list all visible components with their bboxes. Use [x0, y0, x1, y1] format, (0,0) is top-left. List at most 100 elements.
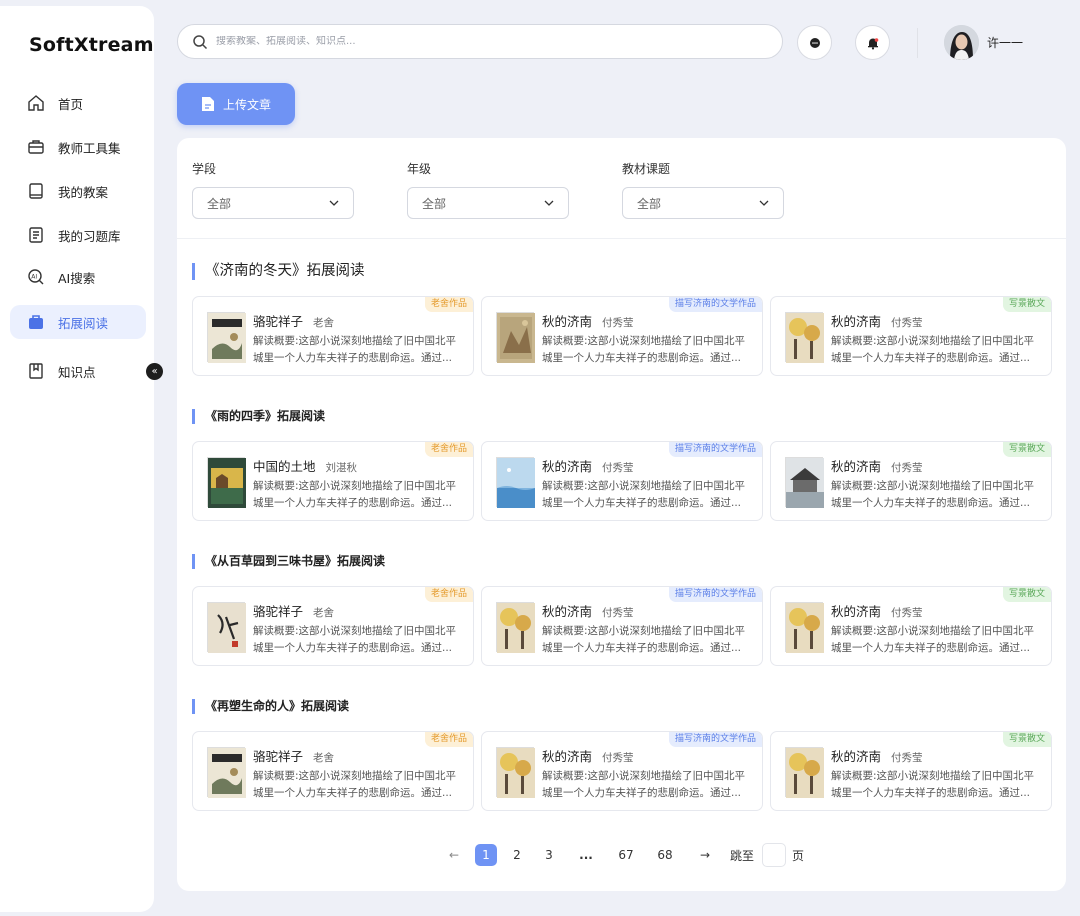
book-cover: [207, 312, 246, 363]
card-description: 解读概要:这部小说深刻地描绘了旧中国北平城里一个人力车夫祥子的悲剧命运。通过..…: [542, 770, 746, 799]
card-description: 解读概要:这部小说深刻地描绘了旧中国北平城里一个人力车夫祥子的悲剧命运。通过..…: [253, 480, 457, 509]
chevron-down-icon: [544, 200, 554, 206]
filter-label-grade: 年级: [407, 162, 432, 176]
sidebar-item-label: 我的习题库: [58, 228, 121, 244]
ai-search-icon: AI: [26, 267, 46, 287]
chat-button[interactable]: [797, 25, 832, 60]
sidebar-item-question-bank[interactable]: 我的习题库: [10, 218, 146, 252]
filter-select-topic[interactable]: 全部: [622, 187, 784, 219]
reading-card[interactable]: 骆驼祥子 老舍 解读概要:这部小说深刻地描绘了旧中国北平城里一个人力车夫祥子的悲剧…: [192, 296, 474, 376]
chevron-down-icon: [329, 200, 339, 206]
page-2-button[interactable]: 2: [506, 844, 528, 866]
reading-card[interactable]: 秋的济南 付秀莹 解读概要:这部小说深刻地描绘了旧中国北平城里一个人力车夫祥子的悲…: [770, 586, 1052, 666]
card-title: 秋的济南: [831, 314, 882, 329]
book-cover: [207, 747, 246, 798]
card-description: 解读概要:这部小说深刻地描绘了旧中国北平城里一个人力车夫祥子的悲剧命运。通过..…: [542, 625, 746, 654]
upload-article-label: 上传文章: [222, 97, 271, 112]
card-title: 秋的济南: [542, 604, 593, 619]
upload-article-button[interactable]: 上传文章: [177, 83, 295, 125]
page-1-button[interactable]: 1: [475, 844, 497, 866]
briefcase-icon: [26, 312, 46, 332]
card-description: 解读概要:这部小说深刻地描绘了旧中国北平城里一个人力车夫祥子的悲剧命运。通过..…: [253, 625, 457, 654]
reading-card[interactable]: 秋的济南 付秀莹 解读概要:这部小说深刻地描绘了旧中国北平城里一个人力车夫祥子的悲…: [770, 441, 1052, 521]
sidebar-item-ai-search[interactable]: AI AI搜索: [10, 260, 146, 294]
toolbox-icon: [26, 137, 46, 157]
section-title: 《济南的冬天》拓展阅读: [192, 263, 365, 280]
book-cover: [785, 747, 824, 798]
sidebar-item-my-lessons[interactable]: 我的教案: [10, 174, 146, 208]
filter-select-stage[interactable]: 全部: [192, 187, 354, 219]
card-title: 秋的济南: [542, 749, 593, 764]
reading-card[interactable]: 秋的济南 付秀莹 解读概要:这部小说深刻地描绘了旧中国北平城里一个人力车夫祥子的悲…: [770, 731, 1052, 811]
card-tag: 描写济南的文学作品: [668, 442, 762, 457]
reading-card[interactable]: 秋的济南 付秀莹 解读概要:这部小说深刻地描绘了旧中国北平城里一个人力车夫祥子的悲…: [770, 296, 1052, 376]
sidebar-collapse-button[interactable]: «: [146, 363, 163, 380]
card-tag: 写景散文: [1002, 297, 1051, 312]
sidebar-item-teacher-tools[interactable]: 教师工具集: [10, 130, 146, 164]
card-tag: 老舍作品: [424, 297, 473, 312]
filter-select-grade[interactable]: 全部: [407, 187, 569, 219]
sidebar-item-knowledge-points[interactable]: 知识点: [10, 354, 146, 388]
card-author: 付秀莹: [891, 752, 923, 764]
page-3-button[interactable]: 3: [538, 844, 560, 866]
card-description: 解读概要:这部小说深刻地描绘了旧中国北平城里一个人力车夫祥子的悲剧命运。通过..…: [831, 770, 1035, 799]
book-cover: [496, 457, 535, 508]
card-title: 骆驼祥子: [253, 604, 304, 619]
card-author: 老舍: [313, 752, 335, 764]
card-author: 刘湛秋: [325, 462, 358, 474]
sidebar: SoftXtream 首页 教师工具集 我的教案 我的习题库 AI AI搜索 拓…: [0, 6, 154, 912]
sidebar-item-extended-reading[interactable]: 拓展阅读: [10, 305, 146, 339]
card-author: 付秀莹: [891, 607, 923, 619]
book-cover: [785, 457, 824, 508]
filter-label-topic: 教材课题: [622, 162, 671, 176]
sidebar-item-home[interactable]: 首页: [10, 86, 146, 120]
card-tag: 老舍作品: [424, 442, 473, 457]
card-author: 老舍: [313, 317, 335, 329]
filter-value: 全部: [422, 196, 447, 211]
page-68-button[interactable]: 68: [654, 844, 676, 866]
home-icon: [26, 93, 46, 113]
card-description: 解读概要:这部小说深刻地描绘了旧中国北平城里一个人力车夫祥子的悲剧命运。通过..…: [253, 770, 457, 799]
avatar[interactable]: [944, 25, 979, 60]
book-cover: [496, 602, 535, 653]
search-input[interactable]: [216, 36, 756, 47]
filter-value: 全部: [637, 196, 662, 211]
chevron-down-icon: [759, 200, 769, 206]
card-title: 秋的济南: [542, 459, 593, 474]
jump-page-input[interactable]: [762, 843, 786, 867]
card-author: 付秀莹: [602, 462, 634, 474]
book-cover: [785, 312, 824, 363]
card-tag: 写景散文: [1002, 732, 1051, 747]
reading-card[interactable]: 秋的济南 付秀莹 解读概要:这部小说深刻地描绘了旧中国北平城里一个人力车夫祥子的悲…: [481, 586, 763, 666]
card-author: 付秀莹: [602, 317, 634, 329]
book-cover: [496, 312, 535, 363]
svg-text:AI: AI: [31, 274, 37, 281]
reading-card[interactable]: 中国的土地 刘湛秋 解读概要:这部小说深刻地描绘了旧中国北平城里一个人力车夫祥子的…: [192, 441, 474, 521]
next-page-button[interactable]: →: [694, 844, 716, 866]
reading-card[interactable]: 秋的济南 付秀莹 解读概要:这部小说深刻地描绘了旧中国北平城里一个人力车夫祥子的悲…: [481, 441, 763, 521]
upload-document-icon: [201, 96, 215, 112]
card-author: 付秀莹: [891, 317, 923, 329]
reading-card[interactable]: 骆驼祥子 老舍 解读概要:这部小说深刻地描绘了旧中国北平城里一个人力车夫祥子的悲剧…: [192, 586, 474, 666]
bookmark-icon: [26, 361, 46, 381]
search-bar[interactable]: [177, 24, 783, 59]
sidebar-item-label: AI搜索: [58, 270, 96, 286]
card-title: 秋的济南: [831, 749, 882, 764]
header-divider: [917, 28, 918, 58]
reading-card[interactable]: 秋的济南 付秀莹 解读概要:这部小说深刻地描绘了旧中国北平城里一个人力车夫祥子的悲…: [481, 296, 763, 376]
jump-to-label: 跳至: [730, 848, 755, 863]
card-description: 解读概要:这部小说深刻地描绘了旧中国北平城里一个人力车夫祥子的悲剧命运。通过..…: [831, 480, 1035, 509]
chat-icon: [808, 36, 822, 50]
prev-page-button[interactable]: ←: [443, 844, 465, 866]
section-title: 《从百草园到三味书屋》拓展阅读: [192, 554, 385, 569]
user-name[interactable]: 许一一: [987, 34, 1023, 51]
main-panel: 学段 全部 年级 全部 教材课题 全部 《济南的冬天》拓展阅读 骆驼祥子 老舍 解…: [177, 138, 1066, 891]
reading-card[interactable]: 骆驼祥子 老舍 解读概要:这部小说深刻地描绘了旧中国北平城里一个人力车夫祥子的悲剧…: [192, 731, 474, 811]
card-title: 中国的土地: [253, 459, 316, 474]
section-title: 《雨的四季》拓展阅读: [192, 409, 325, 424]
page-67-button[interactable]: 67: [615, 844, 637, 866]
card-title: 秋的济南: [831, 459, 882, 474]
sidebar-item-label: 知识点: [58, 364, 96, 380]
notification-button[interactable]: [855, 25, 890, 60]
reading-card[interactable]: 秋的济南 付秀莹 解读概要:这部小说深刻地描绘了旧中国北平城里一个人力车夫祥子的悲…: [481, 731, 763, 811]
